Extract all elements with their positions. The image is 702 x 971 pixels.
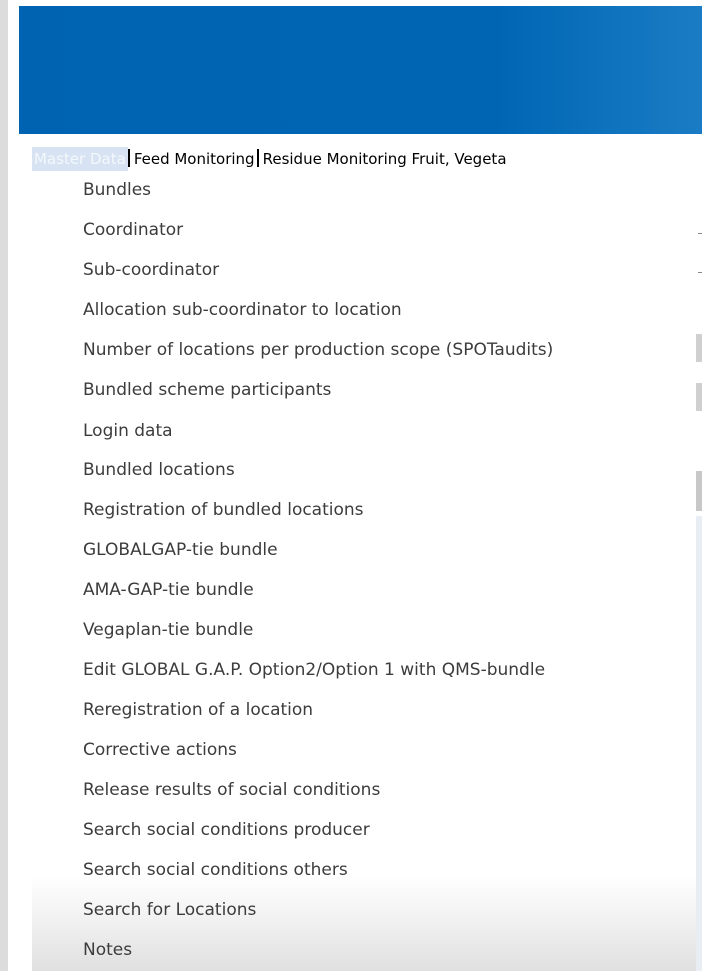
edge-field	[696, 383, 702, 411]
menu-item-vegaplan-tie-bundle[interactable]: Vegaplan-tie bundle	[83, 619, 253, 641]
edge-mark	[698, 233, 702, 234]
menu-item-globalgap-tie-bundle[interactable]: GLOBALGAP-tie bundle	[83, 539, 278, 561]
edge-field	[696, 334, 702, 362]
menu-item-notes[interactable]: Notes	[83, 939, 132, 961]
menu-item-registration-bundled[interactable]: Registration of bundled locations	[83, 499, 364, 521]
menu-item-allocation-sub-coordinator[interactable]: Allocation sub-coordinator to location	[83, 299, 402, 321]
menu-item-locations-per-scope[interactable]: Number of locations per production scope…	[83, 339, 553, 361]
nav-item-feed-monitoring[interactable]: Feed Monitoring	[132, 147, 257, 171]
main-nav-bar: Master Data Feed Monitoring Residue Monito…	[32, 147, 509, 171]
nav-separator	[256, 149, 259, 167]
menu-item-coordinator[interactable]: Coordinator	[83, 219, 183, 241]
menu-item-release-social-results[interactable]: Release results of social conditions	[83, 779, 380, 801]
menu-item-search-social-producer[interactable]: Search social conditions producer	[83, 819, 370, 841]
nav-item-residue-monitoring[interactable]: Residue Monitoring Fruit, Vegeta	[261, 147, 509, 171]
menu-item-search-locations[interactable]: Search for Locations	[83, 899, 256, 921]
left-border-strip	[0, 0, 8, 971]
edge-field	[696, 471, 702, 511]
nav-separator	[127, 149, 130, 167]
header-banner	[19, 6, 702, 134]
menu-item-reregistration[interactable]: Reregistration of a location	[83, 699, 313, 721]
edge-mark	[698, 272, 702, 273]
menu-item-corrective-actions[interactable]: Corrective actions	[83, 739, 237, 761]
master-data-dropdown-menu: Bundles Coordinator Sub-coordinator Allo…	[32, 171, 696, 971]
edge-table	[696, 516, 702, 971]
menu-item-bundles[interactable]: Bundles	[83, 179, 151, 201]
left-gap	[8, 0, 19, 971]
menu-item-bundled-participants[interactable]: Bundled scheme participants	[83, 379, 331, 401]
menu-item-sub-coordinator[interactable]: Sub-coordinator	[83, 259, 219, 281]
menu-item-ama-gap-tie-bundle[interactable]: AMA-GAP-tie bundle	[83, 579, 254, 601]
menu-item-edit-globalgap-option[interactable]: Edit GLOBAL G.A.P. Option2/Option 1 with…	[83, 659, 545, 681]
menu-item-login-data[interactable]: Login data	[83, 420, 173, 442]
menu-item-search-social-others[interactable]: Search social conditions others	[83, 859, 348, 881]
background-content-edge	[696, 171, 702, 971]
menu-item-bundled-locations[interactable]: Bundled locations	[83, 459, 235, 481]
nav-item-master-data[interactable]: Master Data	[32, 147, 128, 171]
